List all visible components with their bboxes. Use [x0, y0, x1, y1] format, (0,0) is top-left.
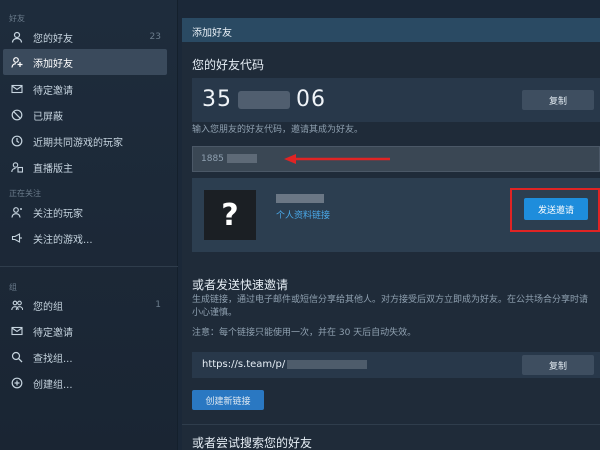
clock-icon	[10, 134, 24, 148]
sidebar-item-label: 待定邀请	[33, 327, 73, 339]
friend-code-input[interactable]: 1885	[192, 146, 600, 172]
section-label-following: 正在关注	[9, 189, 41, 198]
friend-code-box: 35 06 复制	[192, 78, 600, 122]
redacted-blur	[238, 91, 290, 109]
block-icon	[10, 108, 24, 122]
invite-link-box: https://s.team/p/ 复制	[192, 352, 600, 378]
sidebar-item-label: 已屏蔽	[33, 111, 63, 123]
sidebar-item-label: 您的组	[33, 301, 63, 313]
sidebar-item-create-group[interactable]: 创建组...	[3, 370, 167, 396]
search-result-card: ? 个人资料链接 发送邀请	[192, 178, 600, 252]
main-panel: 添加好友 您的好友代码 35 06 复制 输入您朋友的好友代码，邀请其成为好友。 …	[182, 18, 600, 450]
invite-link[interactable]: https://s.team/p/	[202, 359, 368, 370]
friend-code-end: 06	[296, 87, 326, 112]
section-divider	[182, 424, 600, 425]
person-icon	[10, 30, 24, 44]
envelope-icon	[10, 82, 24, 96]
annotation-arrow-icon	[284, 154, 390, 164]
sidebar-item-label: 近期共同游戏的玩家	[33, 137, 123, 149]
sidebar-item-your-friends[interactable]: 您的好友 23	[3, 24, 167, 50]
sidebar-item-label: 待定邀请	[33, 85, 73, 97]
input-value: 1885	[201, 154, 224, 164]
profile-link[interactable]: 个人资料链接	[276, 208, 330, 221]
sidebar-item-recent-players[interactable]: 近期共同游戏的玩家	[3, 128, 167, 154]
search-friends-title: 或者尝试搜索您的好友	[192, 436, 313, 450]
sidebar-item-followed-games[interactable]: 关注的游戏...	[3, 225, 167, 251]
friend-count: 23	[149, 32, 161, 42]
sidebar-item-label: 添加好友	[33, 58, 73, 70]
megaphone-icon	[10, 231, 24, 245]
invite-link-prefix: https://s.team/p/	[202, 359, 286, 370]
page-header: 添加好友	[182, 18, 600, 42]
copy-code-button[interactable]: 复制	[522, 90, 594, 110]
broadcast-icon	[10, 160, 24, 174]
redacted-blur	[226, 154, 257, 163]
input-hint: 输入您朋友的好友代码，邀请其成为好友。	[192, 125, 364, 135]
sidebar-item-add-friend[interactable]: 添加好友	[3, 49, 167, 75]
sidebar-item-group-invites[interactable]: 待定邀请	[3, 318, 167, 344]
redacted-name	[276, 194, 324, 203]
sidebar-item-label: 关注的游戏...	[33, 234, 93, 246]
friend-code-start: 35	[202, 87, 232, 112]
create-link-button[interactable]: 创建新链接	[192, 390, 264, 410]
group-icon	[10, 298, 24, 312]
section-label-friends: 好友	[9, 14, 25, 23]
copy-link-button[interactable]: 复制	[522, 355, 594, 375]
unknown-avatar: ?	[204, 190, 256, 240]
redacted-blur	[287, 359, 368, 369]
sidebar-item-label: 直播版主	[33, 163, 73, 175]
sidebar-item-label: 查找组...	[33, 353, 73, 365]
add-person-icon	[10, 55, 24, 69]
sidebar-item-label: 关注的玩家	[33, 208, 83, 220]
sidebar: 好友 您的好友 23 添加好友 待定邀请 已屏蔽 近期共同游戏的玩家 直播版主 …	[0, 0, 178, 450]
sidebar-divider	[0, 266, 178, 267]
envelope-icon	[10, 324, 24, 338]
quick-invite-title: 或者发送快速邀请	[192, 278, 289, 292]
friend-code-title: 您的好友代码	[192, 58, 265, 72]
quick-invite-note: 注意：每个链接只能使用一次，并在 30 天后自动失效。	[192, 328, 417, 338]
search-icon	[10, 350, 24, 364]
sidebar-item-followed-players[interactable]: 关注的玩家	[3, 199, 167, 225]
sidebar-item-pending-invites[interactable]: 待定邀请	[3, 76, 167, 102]
quick-invite-description: 生成链接，通过电子邮件或短信分享给其他人。对方接受后双方立即成为好友。在公共场合…	[192, 295, 589, 318]
sidebar-item-label: 创建组...	[33, 379, 73, 391]
friend-code: 35 06	[202, 87, 326, 112]
group-count: 1	[155, 300, 161, 310]
sidebar-item-broadcast-moderators[interactable]: 直播版主	[3, 154, 167, 180]
sidebar-item-blocked[interactable]: 已屏蔽	[3, 102, 167, 128]
sidebar-item-label: 您的好友	[33, 33, 73, 45]
sidebar-item-your-groups[interactable]: 您的组 1	[3, 292, 167, 318]
sidebar-item-find-groups[interactable]: 查找组...	[3, 344, 167, 370]
follow-person-icon	[10, 205, 24, 219]
plus-circle-icon	[10, 376, 24, 390]
highlight-box	[510, 188, 600, 232]
